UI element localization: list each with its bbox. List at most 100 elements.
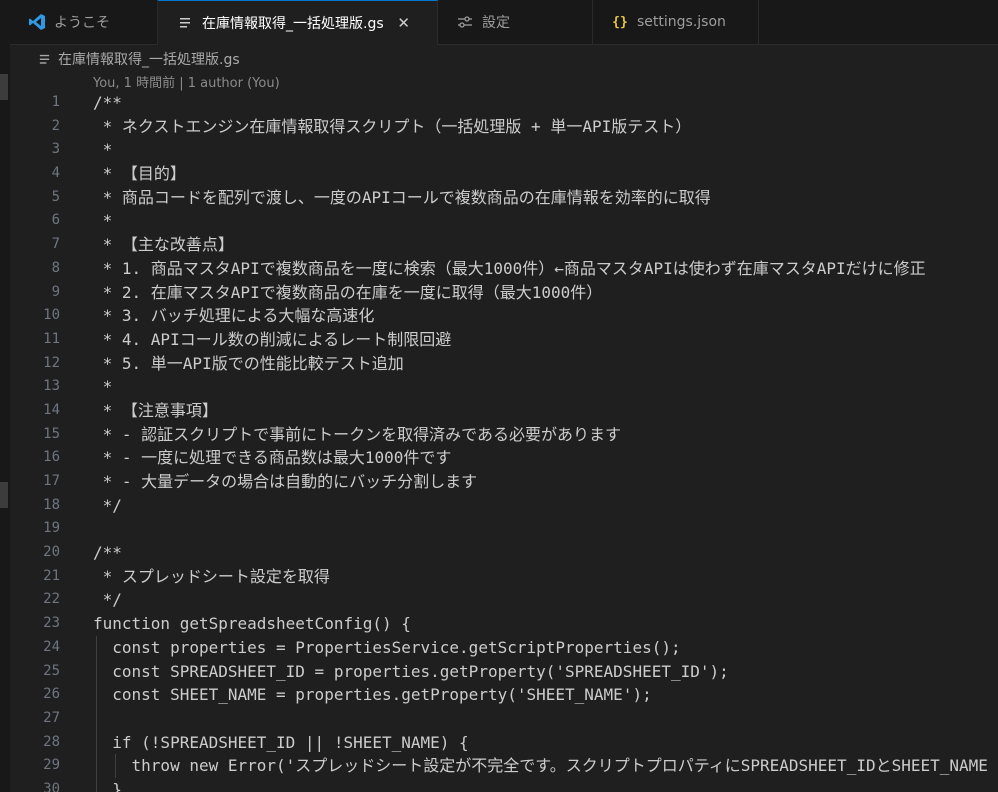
code-line[interactable]: 10 * 3. バッチ処理による大幅な高速化 (0, 304, 998, 328)
file-lines-icon (176, 14, 194, 32)
line-number: 18 (43, 496, 60, 513)
code-line[interactable]: 16 * - 一度に処理できる商品数は最大1000件です (0, 446, 998, 470)
code-line[interactable]: 21 * スプレッドシート設定を取得 (0, 565, 998, 589)
code-line[interactable]: 28 if (!SPREADSHEET_ID || !SHEET_NAME) { (0, 730, 998, 755)
breadcrumb-file[interactable]: 在庫情報取得_一括処理版.gs (58, 49, 240, 69)
code-text[interactable]: * ネクストエンジン在庫情報取得スクリプト（一括処理版 + 単一API版テスト） (93, 115, 692, 139)
code-line[interactable]: 24 const properties = PropertiesService.… (0, 635, 998, 660)
indent-guide (96, 730, 97, 755)
line-number: 14 (43, 401, 60, 418)
code-line[interactable]: 1 /** (0, 91, 998, 115)
line-number: 24 (43, 638, 60, 655)
code-text[interactable]: throw new Error('スプレッドシート設定が不完全です。スクリプトプ… (93, 754, 988, 778)
line-number: 7 (51, 236, 60, 253)
line-number: 25 (43, 662, 60, 679)
tab-settings[interactable]: 設定 (438, 0, 593, 44)
tab-welcome[interactable]: ようこそ (10, 0, 158, 44)
code-text[interactable]: * - 大量データの場合は自動的にバッチ分割します (93, 470, 478, 494)
code-line[interactable]: 26 const SHEET_NAME = properties.getProp… (0, 683, 998, 707)
code-line[interactable]: 2 * ネクストエンジン在庫情報取得スクリプト（一括処理版 + 単一API版テス… (0, 115, 998, 139)
tab-label: settings.json (637, 14, 726, 30)
line-number: 30 (43, 780, 60, 792)
line-number: 12 (43, 354, 60, 371)
tab-active-file[interactable]: 在庫情報取得_一括処理版.gs ✕ (158, 0, 438, 45)
code-line[interactable]: 22 */ (0, 588, 998, 612)
code-text[interactable]: /** (93, 91, 122, 115)
code-line[interactable]: 7 * 【主な改善点】 (0, 233, 998, 257)
settings-sliders-icon (456, 13, 474, 31)
code-text[interactable]: * 2. 在庫マスタAPIで複数商品の在庫を一度に取得（最大1000件） (93, 281, 603, 305)
line-number: 8 (51, 259, 60, 276)
code-line[interactable]: 29 throw new Error('スプレッドシート設定が不完全です。スクリ… (0, 754, 998, 778)
code-text[interactable]: * 【注意事項】 (93, 399, 218, 423)
code-text[interactable]: * (93, 375, 113, 399)
code-line[interactable]: 9 * 2. 在庫マスタAPIで複数商品の在庫を一度に取得（最大1000件） (0, 281, 998, 305)
line-number: 29 (43, 757, 60, 774)
code-line[interactable]: 18 */ (0, 494, 998, 518)
code-text[interactable]: * 1. 商品マスタAPIで複数商品を一度に検索（最大1000件）←商品マスタA… (93, 257, 926, 281)
code-text[interactable]: const SHEET_NAME = properties.getPropert… (93, 683, 651, 707)
line-number: 21 (43, 567, 60, 584)
code-editor[interactable]: 1/** 2 * ネクストエンジン在庫情報取得スクリプト（一括処理版 + 単一AP… (0, 91, 998, 792)
code-line[interactable]: 27 (0, 706, 998, 731)
code-line[interactable]: 6 * (0, 209, 998, 233)
vscode-logo-icon (28, 13, 46, 31)
code-text[interactable]: function getSpreadsheetConfig() { (93, 612, 411, 636)
line-number: 17 (43, 473, 60, 489)
code-line[interactable]: 14 * 【注意事項】 (0, 399, 998, 423)
code-text[interactable]: * 【目的】 (93, 162, 186, 186)
code-line[interactable]: 8 * 1. 商品マスタAPIで複数商品を一度に検索（最大1000件）←商品マス… (0, 257, 998, 281)
indent-guide (96, 635, 97, 660)
code-line[interactable]: 3 * (0, 138, 998, 162)
line-number: 3 (51, 141, 60, 158)
code-line[interactable]: 11 * 4. APIコール数の削減によるレート制限回避 (0, 328, 998, 352)
tab-label: 設定 (482, 15, 510, 31)
close-icon[interactable]: ✕ (394, 13, 414, 33)
code-text[interactable]: if (!SPREADSHEET_ID || !SHEET_NAME) { (93, 731, 468, 755)
line-number: 6 (51, 212, 60, 229)
code-text[interactable]: */ (93, 588, 122, 612)
code-text[interactable]: * 4. APIコール数の削減によるレート制限回避 (93, 328, 452, 352)
line-number: 27 (43, 709, 60, 726)
code-text[interactable]: /** (93, 541, 122, 565)
code-line[interactable]: 17 * - 大量データの場合は自動的にバッチ分割します (0, 470, 998, 494)
code-line[interactable]: 30 } (0, 777, 998, 792)
code-text[interactable]: * (93, 209, 113, 233)
line-number: 28 (43, 733, 60, 750)
code-line[interactable]: 19 (0, 517, 998, 541)
codelens-blame[interactable]: You, 1 時間前 | 1 author (You) (93, 72, 280, 91)
code-text[interactable]: } (93, 778, 122, 792)
code-line[interactable]: 25 const SPREADSHEET_ID = properties.get… (0, 659, 998, 684)
line-number: 16 (43, 449, 60, 466)
code-line[interactable]: 13 * (0, 375, 998, 399)
code-text[interactable]: * 5. 単一API版での性能比較テスト追加 (93, 352, 404, 376)
code-line[interactable]: 12 * 5. 単一API版での性能比較テスト追加 (0, 352, 998, 376)
tab-bar: ようこそ 在庫情報取得_一括処理版.gs ✕ 設定 {} settings.js… (10, 0, 998, 45)
tab-settings-json[interactable]: {} settings.json (593, 0, 759, 44)
indent-guide (115, 754, 116, 778)
code-line[interactable]: 15 * - 認証スクリプトで事前にトークンを取得済みである必要があります (0, 423, 998, 447)
line-number: 13 (43, 378, 60, 395)
code-text[interactable]: */ (93, 494, 122, 518)
line-number: 1 (51, 94, 60, 110)
code-line[interactable]: 20 /** (0, 541, 998, 565)
code-text[interactable]: * 3. バッチ処理による大幅な高速化 (93, 304, 375, 328)
code-text[interactable]: const properties = PropertiesService.get… (93, 636, 680, 660)
code-text[interactable]: * 商品コードを配列で渡し、一度のAPIコールで複数商品の在庫情報を効率的に取得 (93, 186, 711, 210)
code-text[interactable]: * - 一度に処理できる商品数は最大1000件です (93, 446, 452, 470)
code-text[interactable]: * スプレッドシート設定を取得 (93, 565, 330, 589)
code-line[interactable]: 5 * 商品コードを配列で渡し、一度のAPIコールで複数商品の在庫情報を効率的に… (0, 186, 998, 210)
indent-guide (96, 754, 97, 778)
line-number: 2 (51, 117, 60, 134)
code-text[interactable]: * (93, 138, 113, 162)
indent-guide (96, 706, 97, 731)
tab-label: ようこそ (54, 15, 110, 31)
tab-label: 在庫情報取得_一括処理版.gs (202, 16, 384, 32)
breadcrumb[interactable]: 在庫情報取得_一括処理版.gs (36, 47, 240, 71)
code-text[interactable]: * 【主な改善点】 (93, 233, 234, 257)
code-text[interactable]: * - 認証スクリプトで事前にトークンを取得済みである必要があります (93, 423, 621, 447)
file-lines-icon (36, 53, 52, 66)
code-line[interactable]: 23 function getSpreadsheetConfig() { (0, 612, 998, 636)
code-line[interactable]: 4 * 【目的】 (0, 162, 998, 186)
code-text[interactable]: const SPREADSHEET_ID = properties.getPro… (93, 660, 729, 684)
